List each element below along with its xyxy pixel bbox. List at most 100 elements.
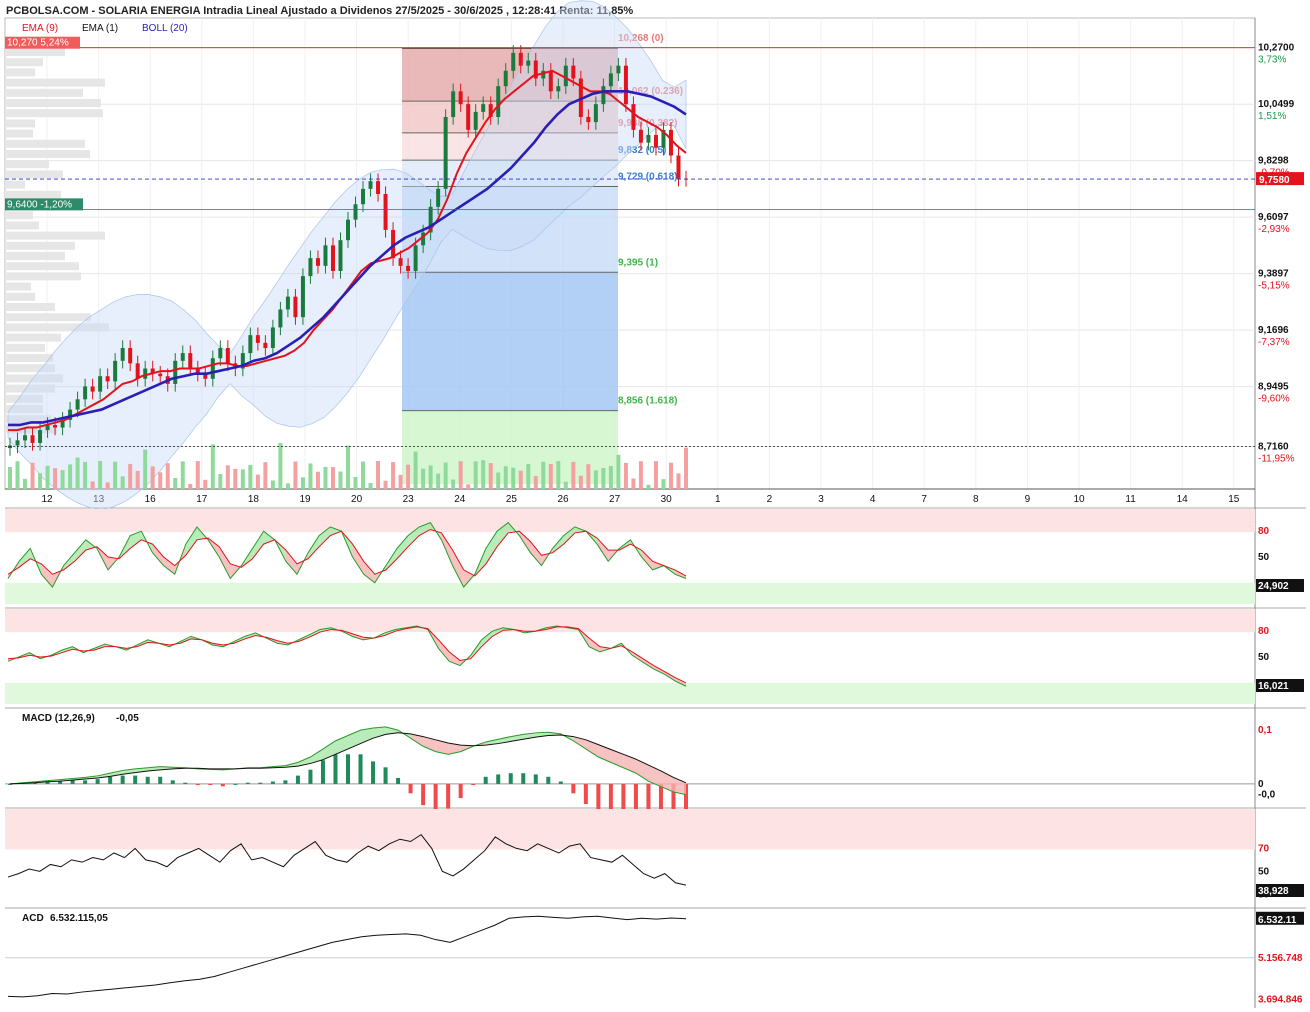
macd-histogram-bar	[596, 783, 601, 812]
candle-body	[83, 386, 88, 400]
fib-label: 9,729 (0.618)	[618, 172, 678, 183]
volume-bar	[368, 483, 373, 489]
candle-body	[90, 386, 95, 392]
macd-histogram-bar	[521, 773, 526, 784]
candle-body	[563, 65, 568, 87]
x-tick-label: 20	[351, 494, 363, 505]
volume-bar	[684, 447, 688, 489]
volume-bar	[330, 467, 335, 489]
volume-bar	[458, 461, 463, 489]
fib-label: 8,856 (1.618)	[618, 396, 678, 407]
volume-profile-bar	[5, 58, 43, 67]
candle-body	[248, 335, 253, 354]
macd-histogram-bar	[270, 781, 275, 784]
sto-fill	[219, 546, 231, 579]
macd-histogram-bar	[95, 779, 100, 784]
candle-body	[188, 353, 193, 369]
volume-profile-bar	[5, 180, 25, 189]
x-tick-label: 18	[248, 494, 260, 505]
volume-bar	[541, 461, 546, 489]
y-tick-label: 5.156.748	[1258, 953, 1303, 964]
volume-profile-bar	[5, 252, 65, 260]
x-tick-label: 24	[454, 494, 466, 505]
x-tick-label: 16	[145, 494, 157, 505]
candle-body	[511, 52, 516, 71]
candle-body	[646, 134, 651, 143]
macd-histogram-bar	[233, 783, 238, 785]
macd-histogram-bar	[383, 767, 388, 784]
y-tick-label: 80	[1258, 526, 1270, 537]
macd-histogram-bar	[408, 783, 413, 794]
candle-body	[270, 327, 275, 348]
volume-bar	[616, 454, 621, 489]
volume-profile-bar	[5, 109, 103, 118]
overbought-zone	[5, 509, 1255, 533]
volume-bar	[526, 464, 531, 489]
panel-value: -0,05	[116, 713, 139, 724]
candle-body	[330, 245, 335, 271]
volume-bar	[481, 460, 486, 489]
volume-bar	[113, 461, 118, 489]
volume-bar	[75, 457, 80, 489]
candle-body	[443, 116, 448, 189]
volume-bar	[578, 475, 583, 489]
volume-bar	[556, 461, 561, 489]
volume-profile-bar	[5, 303, 55, 311]
candle-body	[15, 440, 20, 446]
y-tick-label: 3.694.846	[1258, 994, 1303, 1005]
y-tick-label: 9,3897	[1258, 269, 1289, 280]
panel-value: 6.532.115,05	[50, 913, 108, 924]
macd-histogram-bar	[558, 781, 563, 784]
candle-body	[315, 258, 320, 266]
x-tick-label: 8	[973, 494, 979, 505]
last-value-label: 24,902	[1258, 581, 1289, 592]
x-tick-label: 7	[921, 494, 927, 505]
candle-body	[473, 111, 478, 130]
volume-bar	[676, 473, 681, 489]
macd-histogram-bar	[483, 776, 488, 784]
x-tick-label: 19	[299, 494, 311, 505]
volume-profile-bar	[5, 343, 45, 352]
x-tick-label: 4	[870, 494, 876, 505]
candle-body	[368, 181, 373, 189]
volume-profile-bar	[5, 150, 90, 158]
volume-bar	[143, 449, 148, 489]
volume-bar	[203, 479, 208, 489]
y-tick-label: 0	[1258, 779, 1264, 790]
volume-bar	[135, 470, 140, 489]
x-tick-label: 30	[661, 494, 673, 505]
volume-profile-bar	[5, 139, 85, 148]
volume-profile-bar	[5, 78, 105, 87]
volume-bar	[38, 473, 43, 489]
macd-histogram-bar	[83, 780, 88, 784]
volume-profile-bar	[5, 333, 61, 342]
sto-fill	[652, 561, 664, 570]
candle-body	[383, 193, 388, 230]
sto-fill	[19, 548, 31, 568]
volume-bar	[15, 461, 20, 489]
macd-histogram-bar	[496, 774, 501, 784]
x-tick-label: 1	[715, 494, 721, 505]
volume-profile-bar	[5, 272, 81, 281]
sto-d-line	[7, 528, 687, 577]
candle-body	[601, 86, 606, 105]
volume-bar	[68, 464, 73, 489]
y-tick-label: 50	[1258, 552, 1270, 563]
stock-chart[interactable]: 10,27003,73%10,04991,51%9,8298-0,70%9,60…	[0, 0, 1310, 1012]
volume-bar	[60, 470, 65, 489]
volume-bar	[533, 476, 538, 489]
y-tick-label: 80	[1258, 626, 1270, 637]
y-tick-pct: -11,95%	[1258, 454, 1295, 465]
volume-bar	[8, 467, 12, 489]
macd-histogram-bar	[195, 783, 200, 786]
y-tick-pct: -2,93%	[1258, 224, 1290, 235]
volume-bar	[518, 470, 523, 489]
volume-bar	[150, 466, 155, 489]
overbought-zone	[5, 809, 1255, 850]
candle-body	[593, 104, 598, 123]
candle-body	[526, 60, 531, 66]
volume-bar	[315, 471, 320, 489]
volume-bar	[105, 482, 110, 489]
volume-bar	[421, 468, 426, 489]
volume-bar	[158, 472, 163, 489]
